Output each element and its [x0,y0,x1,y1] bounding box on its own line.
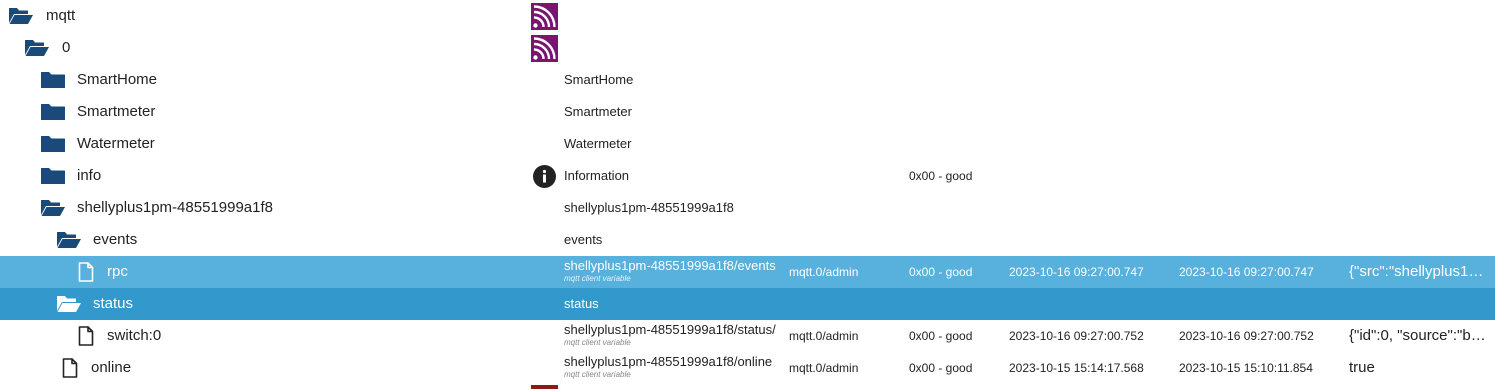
object-name: switch:0 [107,327,162,344]
value-cell[interactable]: {"src":"shellyplus1pm-48551999a1f8" [1349,256,1489,288]
value-cell[interactable]: true [1349,352,1489,384]
file-icon [62,358,78,378]
timestamp-cell: 2023-10-16 09:27:00.752 [1009,329,1144,343]
object-name: online [91,359,132,376]
object-name: rpc [107,263,128,280]
object-description: shellyplus1pm-48551999a1f8/status/mqtt c… [564,322,776,347]
tree-row[interactable]: online shellyplus1pm-48551999a1f8/online m… [0,352,1495,384]
quality-cell: 0x00 - good [909,265,973,279]
folder-icon[interactable] [40,135,66,153]
file-icon [78,326,94,346]
object-description: status [564,288,599,320]
folder-open-icon[interactable] [56,231,82,249]
info-icon [533,165,556,188]
description-text: SmartHome [564,72,634,87]
description-subtitle: mqtt client variable [564,338,631,347]
last-change-cell: 2023-10-16 09:27:00.752 [1179,329,1314,343]
object-description: SmartHome [564,64,633,96]
folder-open-icon[interactable] [24,39,50,57]
timestamp-cell: 2023-10-15 15:14:17.568 [1009,361,1144,375]
object-name: Smartmeter [77,103,156,120]
object-role: mqtt.0/admin [789,361,859,375]
folder-open-icon[interactable] [40,199,66,217]
folder-icon[interactable] [40,103,66,121]
object-description: events [564,224,602,256]
description-subtitle: mqtt client variable [564,274,631,283]
last-change-cell: 2023-10-16 09:27:00.747 [1179,265,1314,279]
adapter-icon [531,35,558,62]
description-text: Information [564,168,630,183]
tree-row[interactable]: info Information 0x00 - good [0,160,1495,192]
tree-row[interactable]: shellyplus1pm-48551999a1f8 shellyplus1pm-… [0,192,1495,224]
file-icon [78,262,94,282]
object-name: mqtt [46,7,76,24]
tree-row[interactable]: switch:0 shellyplus1pm-48551999a1f8/statu… [0,320,1495,352]
folder-open-icon[interactable] [56,295,82,313]
last-change-cell: 2023-10-15 15:10:11.854 [1179,361,1313,375]
tree-row[interactable]: events events [0,224,1495,256]
description-text: status [564,296,599,311]
description-text: shellyplus1pm-48551999a1f8/status/ [564,322,776,337]
tree-row[interactable]: rpc shellyplus1pm-48551999a1f8/events mqtt… [0,256,1495,288]
object-name: Watermeter [77,135,155,152]
object-name: 0 [62,39,71,56]
object-description: Information [564,160,629,192]
quality-cell: 0x00 - good [909,361,973,375]
tree-row[interactable]: SmartHome SmartHome [0,64,1495,96]
quality-cell: 0x00 - good [909,169,973,183]
quality-cell: 0x00 - good [909,329,973,343]
object-role: mqtt.0/admin [789,329,859,343]
object-description: Watermeter [564,128,631,160]
object-role: mqtt.0/admin [789,265,859,279]
folder-open-icon[interactable] [8,7,34,25]
object-description: Smartmeter [564,96,632,128]
description-text: shellyplus1pm-48551999a1f8/online [564,354,773,369]
timestamp-cell: 2023-10-16 09:27:00.747 [1009,265,1144,279]
adapter-icon [531,3,558,30]
description-subtitle: mqtt client variable [564,370,631,379]
object-description: shellyplus1pm-48551999a1f8 [564,192,734,224]
object-name: SmartHome [77,71,158,88]
tree-row[interactable]: mqtt [0,0,1495,32]
value-cell[interactable]: {"id":0, "source":"button" [1349,320,1489,352]
object-name: events [93,231,138,248]
description-text: Smartmeter [564,104,632,119]
folder-icon[interactable] [40,167,66,185]
tree-row[interactable]: Watermeter Watermeter [0,128,1495,160]
tree-row[interactable]: status status [0,288,1495,320]
object-name: info [77,167,102,184]
object-name: status [93,295,134,312]
object-name: shellyplus1pm-48551999a1f8 [77,199,273,216]
description-text: Watermeter [564,136,632,151]
object-description: shellyplus1pm-48551999a1f8/online mqtt cl… [564,354,772,379]
object-description: shellyplus1pm-48551999a1f8/events mqtt cl… [564,258,776,283]
folder-icon[interactable] [40,71,66,89]
partial-adapter-icon [531,385,558,389]
description-text: shellyplus1pm-48551999a1f8 [564,200,734,215]
description-text: events [564,232,603,247]
tree-row[interactable]: 0 [0,32,1495,64]
description-text: shellyplus1pm-48551999a1f8/events [564,258,776,273]
tree-row[interactable]: Smartmeter Smartmeter [0,96,1495,128]
